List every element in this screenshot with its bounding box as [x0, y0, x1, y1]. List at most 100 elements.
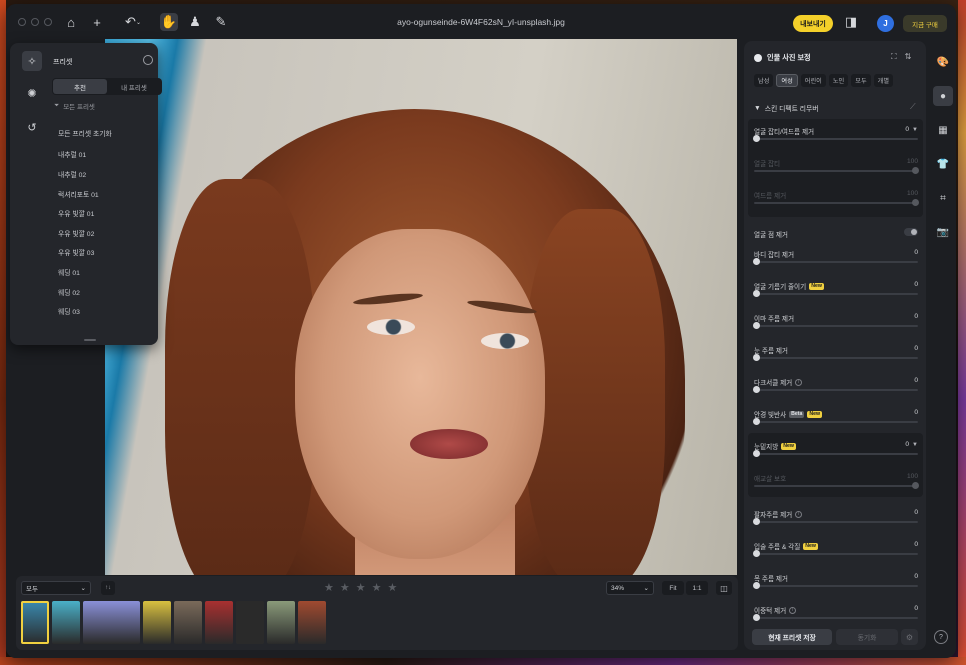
info-icon[interactable]: i	[789, 606, 797, 614]
dark-circle-slider[interactable]: 다크서클 제거 i 0	[753, 377, 918, 401]
slider-knob[interactable]	[753, 450, 760, 457]
eye-wrinkle-slider[interactable]: 눈 주름 제거 0	[753, 345, 918, 369]
slider-knob[interactable]	[912, 482, 919, 489]
undo-icon[interactable]: ↶ ⌄	[120, 13, 146, 31]
slider-knob[interactable]	[753, 550, 760, 557]
preset-item[interactable]: 내추럴 02	[58, 164, 112, 184]
star-icon[interactable]: ★	[372, 581, 382, 594]
avatar[interactable]: J	[877, 15, 894, 32]
calendar-icon[interactable]: ▦	[933, 120, 953, 140]
glasses-glare-slider[interactable]: 안경 빛반사 Beta New 0	[753, 409, 918, 433]
thumbnail[interactable]	[21, 601, 49, 644]
portrait-retouch-icon[interactable]: ●	[933, 86, 953, 106]
sync-button[interactable]: 동기화	[836, 629, 898, 645]
tab-female[interactable]: 여성	[776, 74, 798, 87]
thumbnail[interactable]	[174, 601, 202, 644]
palette-icon[interactable]: 🎨	[933, 52, 953, 72]
thumbnail[interactable]	[298, 601, 326, 644]
preset-item[interactable]: 내추럴 01	[58, 145, 112, 165]
section-header[interactable]: ▼ 스킨 디펙트 리무버	[754, 103, 819, 114]
thumbnail[interactable]	[205, 601, 233, 644]
actual-size-button[interactable]: 1:1	[686, 581, 708, 595]
preset-item[interactable]: 우유 빛깔 03	[58, 243, 112, 263]
preset-item[interactable]: 럭셔리포토 01	[58, 184, 112, 204]
slider-knob[interactable]	[912, 167, 919, 174]
nasolabial-slider[interactable]: 팔자주름 제거 i 0	[753, 509, 918, 533]
reset-icon[interactable]: ⇅	[905, 52, 912, 62]
preset-item[interactable]: 웨딩 02	[58, 282, 112, 302]
slider-knob[interactable]	[753, 386, 760, 393]
tab-recommended[interactable]: 추천	[53, 79, 107, 94]
slider-knob[interactable]	[753, 322, 760, 329]
preset-item[interactable]: 웨딩 03	[58, 301, 112, 321]
slider-knob[interactable]	[753, 582, 760, 589]
slider-knob[interactable]	[753, 290, 760, 297]
filmstrip-filter-select[interactable]: 모두 ⌄	[21, 581, 91, 595]
help-icon[interactable]: ?	[934, 630, 948, 644]
acne-sub-slider[interactable]: 여드름 제거 100	[754, 190, 919, 214]
buy-now-button[interactable]: 지금 구매	[903, 15, 947, 32]
sort-button[interactable]: ↑↓	[101, 581, 115, 595]
star-icon[interactable]: ★	[340, 581, 350, 594]
preset-item[interactable]: 우유 빛깔 02	[58, 223, 112, 243]
star-icon[interactable]: ★	[324, 581, 334, 594]
preset-settings-icon[interactable]	[143, 55, 153, 65]
save-preset-button[interactable]: 현재 프리셋 저장	[752, 629, 832, 645]
preset-reset-all[interactable]: 모든 프리셋 초기화	[58, 123, 112, 143]
forehead-wrinkle-slider[interactable]: 이마 주름 제거 0	[753, 313, 918, 337]
under-eye-slider[interactable]: 눈밑지방 New 0 ▼	[753, 441, 918, 465]
slider-knob[interactable]	[912, 199, 919, 206]
magic-wand-icon[interactable]: ⟋	[910, 102, 916, 112]
star-icon[interactable]: ★	[356, 581, 366, 594]
home-icon[interactable]: ⌂	[62, 13, 80, 31]
slider-knob[interactable]	[753, 354, 760, 361]
tab-my-presets[interactable]: 내 프리셋	[107, 79, 161, 94]
thumbnail[interactable]	[143, 601, 171, 644]
sidebar-toggle-icon[interactable]: ◨	[842, 13, 860, 31]
oil-slider[interactable]: 얼굴 기름기 줄이기 New 0	[753, 281, 918, 305]
mole-toggle[interactable]	[904, 228, 918, 236]
thumbnail[interactable]	[83, 601, 140, 644]
preset-item[interactable]: 우유 빛깔 01	[58, 203, 112, 223]
lip-wrinkle-slider[interactable]: 입술 주름 & 각질 New 0	[753, 541, 918, 565]
tab-individual[interactable]: 개별	[873, 74, 894, 87]
tab-senior[interactable]: 노인	[828, 74, 849, 87]
close-window-button[interactable]	[18, 18, 26, 26]
plus-icon[interactable]: +	[88, 13, 106, 31]
zoom-select[interactable]: 34% ⌄	[606, 581, 654, 595]
tab-child[interactable]: 어린이	[800, 74, 826, 87]
crop-icon[interactable]: ⌗	[933, 188, 953, 208]
star-icon[interactable]: ★	[388, 581, 398, 594]
aegyo-protect-slider[interactable]: 애교살 보호 100	[754, 473, 919, 497]
thumbnail[interactable]	[52, 601, 80, 644]
compare-view-icon[interactable]: ◫	[716, 581, 732, 595]
stamp-icon[interactable]: ♟	[186, 13, 204, 31]
slider-knob[interactable]	[753, 135, 760, 142]
history-icon[interactable]: ↺	[22, 117, 42, 137]
sun-icon[interactable]: ✺	[22, 83, 42, 103]
minimize-window-button[interactable]	[31, 18, 39, 26]
double-chin-slider[interactable]: 이중턱 제거 i 0	[753, 605, 918, 629]
blemish-sub-slider[interactable]: 얼굴 잡티 100	[754, 158, 919, 182]
export-button[interactable]: 내보내기	[793, 15, 833, 32]
bandage-icon[interactable]: ✎	[212, 13, 230, 31]
body-blemish-slider[interactable]: 바디 잡티 제거 0	[753, 249, 918, 273]
face-detect-icon[interactable]: ⛶	[891, 52, 897, 62]
blemish-slider[interactable]: 얼굴 잡티/여드름 제거 0 ▼	[753, 126, 918, 150]
preset-filter[interactable]: ⏷ 모든 프리셋	[54, 101, 95, 111]
tab-male[interactable]: 남성	[754, 74, 774, 87]
tab-all[interactable]: 모두	[851, 74, 871, 87]
thumbnail[interactable]	[267, 601, 295, 644]
shirt-icon[interactable]: 👕	[933, 154, 953, 174]
hand-icon[interactable]: ✋	[160, 13, 178, 31]
info-icon[interactable]: i	[795, 510, 803, 518]
slider-knob[interactable]	[753, 418, 760, 425]
preset-magic-icon[interactable]: ✧	[22, 51, 42, 71]
info-icon[interactable]: i	[795, 378, 803, 386]
photo-canvas[interactable]	[105, 39, 737, 575]
slider-knob[interactable]	[753, 518, 760, 525]
slider-knob[interactable]	[753, 258, 760, 265]
maximize-window-button[interactable]	[44, 18, 52, 26]
thumbnail[interactable]	[236, 601, 264, 644]
sync-settings-icon[interactable]: ⚙	[901, 629, 918, 645]
